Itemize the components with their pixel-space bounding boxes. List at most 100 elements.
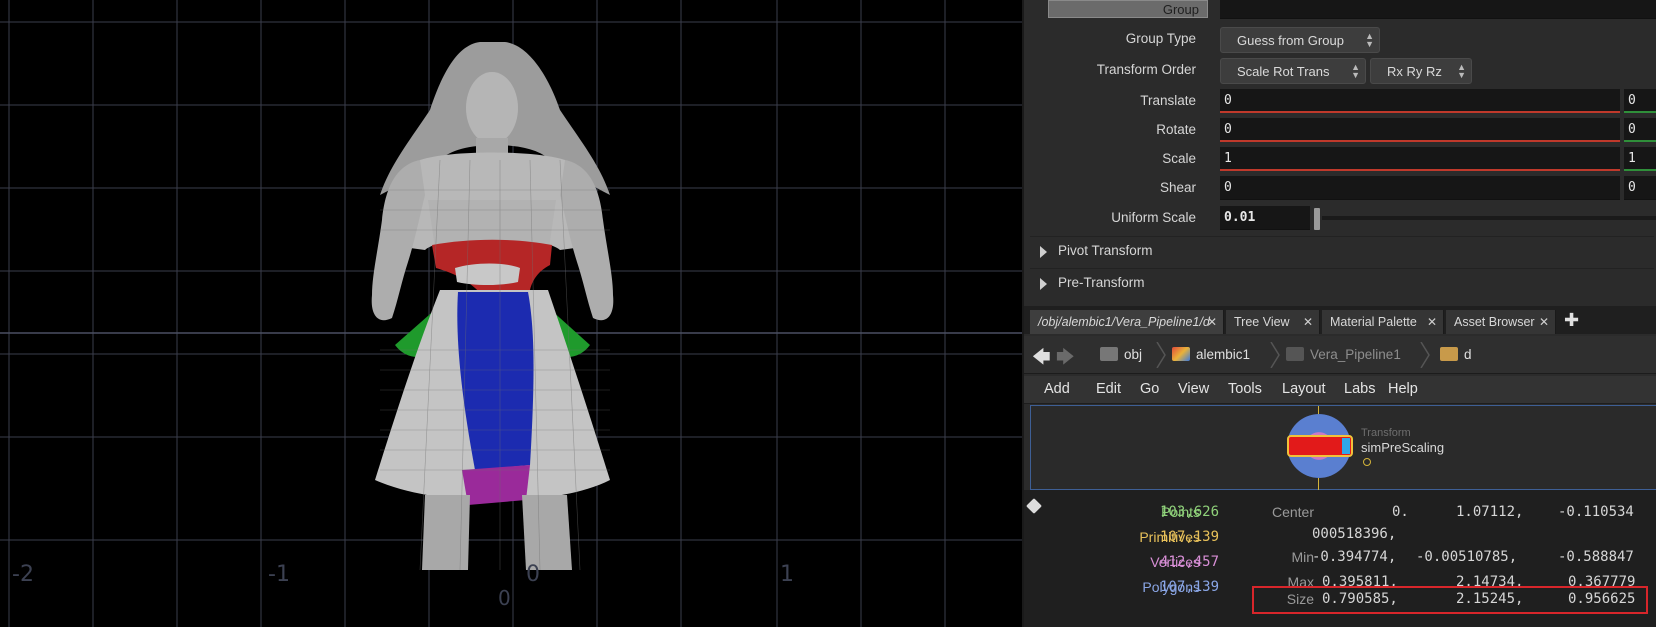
grid-axis-label: 0: [526, 562, 540, 587]
min-x-value: -0.394774,: [1312, 549, 1397, 565]
polygons-value: 107,139: [1160, 579, 1220, 595]
character-model[interactable]: [371, 42, 614, 571]
folder-label: Pivot Transform: [1058, 243, 1153, 258]
close-icon[interactable]: ✕: [1427, 315, 1437, 329]
size-y-value: 2.15245,: [1456, 591, 1524, 607]
close-icon[interactable]: ✕: [1207, 315, 1217, 329]
origin-marker: 0: [498, 586, 511, 610]
primitives-value: 107,139: [1160, 529, 1220, 545]
breadcrumb-obj[interactable]: obj: [1100, 343, 1142, 367]
tab-label: Asset Browser: [1454, 315, 1535, 329]
transform-node[interactable]: [1287, 435, 1353, 457]
shear-y-field[interactable]: 0: [1624, 176, 1656, 200]
min-z-value: -0.588847: [1558, 549, 1634, 565]
rotate-y-field[interactable]: 0: [1624, 118, 1656, 142]
scale-y-field[interactable]: 1: [1624, 147, 1656, 171]
breadcrumb-separator: [1420, 342, 1430, 368]
center-z-value: -0.110534: [1558, 504, 1634, 520]
tab-network-path[interactable]: /obj/alembic1/Vera_Pipeline1/d ✕: [1030, 310, 1224, 334]
viewport-grid: [0, 0, 1022, 627]
subnet-icon: [1286, 347, 1304, 361]
translate-y-field[interactable]: 0: [1624, 89, 1656, 113]
center-label: Center: [1271, 504, 1314, 520]
center-x-value: 0.: [1392, 504, 1409, 520]
center-x-continued: 000518396,: [1312, 526, 1397, 542]
translate-x-field[interactable]: 0: [1220, 89, 1620, 113]
transform-order-menu[interactable]: Scale Rot Trans ▲ ▼: [1220, 58, 1366, 84]
min-label: Min: [1291, 549, 1314, 565]
scene-viewport[interactable]: -2 -1 0 1 0: [0, 0, 1022, 627]
menu-tools[interactable]: Tools: [1228, 381, 1262, 397]
close-icon[interactable]: ✕: [1303, 315, 1313, 329]
rotate-x-field[interactable]: 0: [1220, 118, 1620, 142]
alembic-icon: [1172, 347, 1190, 361]
network-menu-bar: Add Edit Go View Tools Layout Labs Help: [1024, 376, 1656, 404]
tab-asset-browser[interactable]: Asset Browser ✕: [1446, 310, 1556, 334]
node-output-connector[interactable]: [1363, 458, 1371, 466]
breadcrumb-label: obj: [1124, 347, 1143, 362]
network-editor[interactable]: Transform simPreScaling: [1030, 405, 1656, 491]
breadcrumb-d[interactable]: d: [1440, 343, 1472, 367]
tab-tree-view[interactable]: Tree View ✕: [1226, 310, 1320, 334]
group-type-value: Guess from Group: [1237, 33, 1344, 48]
rotation-order-menu[interactable]: Rx Ry Rz ▲ ▼: [1370, 58, 1472, 84]
breadcrumb-label: d: [1464, 347, 1472, 362]
size-label: Size: [1286, 591, 1314, 607]
network-path-bar: 🡄 🡆 obj alembic1 Vera_Pipeline1 d: [1024, 336, 1656, 374]
menu-arrows-icon: ▲ ▼: [1457, 62, 1466, 80]
rotate-label: Rotate: [1156, 122, 1196, 137]
expand-triangle-icon: [1040, 278, 1047, 290]
menu-arrows-icon: ▲ ▼: [1351, 62, 1360, 80]
group-type-menu[interactable]: Guess from Group ▲ ▼: [1220, 27, 1380, 53]
size-z-value: 0.956625: [1568, 591, 1636, 607]
folder-pre-transform[interactable]: Pre-Transform: [1030, 268, 1654, 296]
breadcrumb-pipeline[interactable]: Vera_Pipeline1: [1286, 343, 1401, 367]
min-y-value: -0.00510785,: [1416, 549, 1518, 565]
node-name-label[interactable]: simPreScaling: [1361, 440, 1444, 455]
points-value: 103,626: [1160, 504, 1220, 520]
tab-label: /obj/alembic1/Vera_Pipeline1/d: [1038, 315, 1210, 329]
transform-order-value: Scale Rot Trans: [1237, 64, 1330, 79]
grid-axis-label: 1: [780, 562, 794, 587]
expand-triangle-icon: [1040, 246, 1047, 258]
group-field[interactable]: Group: [1048, 0, 1208, 18]
close-icon[interactable]: ✕: [1539, 315, 1549, 329]
menu-labs[interactable]: Labs: [1344, 381, 1375, 397]
menu-arrows-icon: ▲ ▼: [1365, 31, 1374, 49]
folder-pivot-transform[interactable]: Pivot Transform: [1030, 236, 1654, 264]
grid-axis-label: -2: [12, 562, 34, 587]
uniform-scale-slider-handle[interactable]: [1314, 208, 1320, 230]
add-tab-plus-icon[interactable]: ✚: [1564, 310, 1579, 331]
breadcrumb-separator: [1270, 342, 1280, 368]
menu-add[interactable]: Add: [1044, 381, 1070, 397]
back-arrow-icon[interactable]: 🡄: [1032, 345, 1051, 375]
group-input[interactable]: [1220, 0, 1656, 19]
breadcrumb-label: Vera_Pipeline1: [1310, 347, 1401, 362]
uniform-scale-label: Uniform Scale: [1111, 210, 1196, 225]
tab-label: Tree View: [1234, 315, 1290, 329]
display-flag-icon[interactable]: [1342, 438, 1350, 454]
shear-label: Shear: [1159, 180, 1196, 195]
menu-help[interactable]: Help: [1388, 381, 1418, 397]
scale-x-field[interactable]: 1: [1220, 147, 1620, 171]
transform-order-label: Transform Order: [1096, 62, 1196, 77]
forward-arrow-icon[interactable]: 🡆: [1056, 345, 1075, 375]
shear-x-field[interactable]: 0: [1220, 176, 1620, 200]
grid-axis-label: -1: [268, 562, 290, 587]
menu-edit[interactable]: Edit: [1096, 381, 1121, 397]
rotation-order-value: Rx Ry Rz: [1387, 64, 1442, 79]
tab-material-palette[interactable]: Material Palette ✕: [1322, 310, 1444, 334]
menu-layout[interactable]: Layout: [1282, 381, 1326, 397]
menu-view[interactable]: View: [1178, 381, 1209, 397]
group-type-label: Group Type: [1125, 31, 1196, 46]
obj-network-icon: [1100, 347, 1118, 361]
scale-label: Scale: [1162, 151, 1196, 166]
node-type-label: Transform: [1361, 427, 1411, 439]
size-x-value: 0.790585,: [1322, 591, 1398, 607]
tab-label: Material Palette: [1330, 315, 1417, 329]
uniform-scale-slider-track[interactable]: [1322, 216, 1656, 220]
center-y-value: 1.07112,: [1456, 504, 1524, 520]
uniform-scale-field[interactable]: 0.01: [1220, 206, 1310, 230]
menu-go[interactable]: Go: [1140, 381, 1159, 397]
breadcrumb-alembic[interactable]: alembic1: [1172, 343, 1250, 367]
